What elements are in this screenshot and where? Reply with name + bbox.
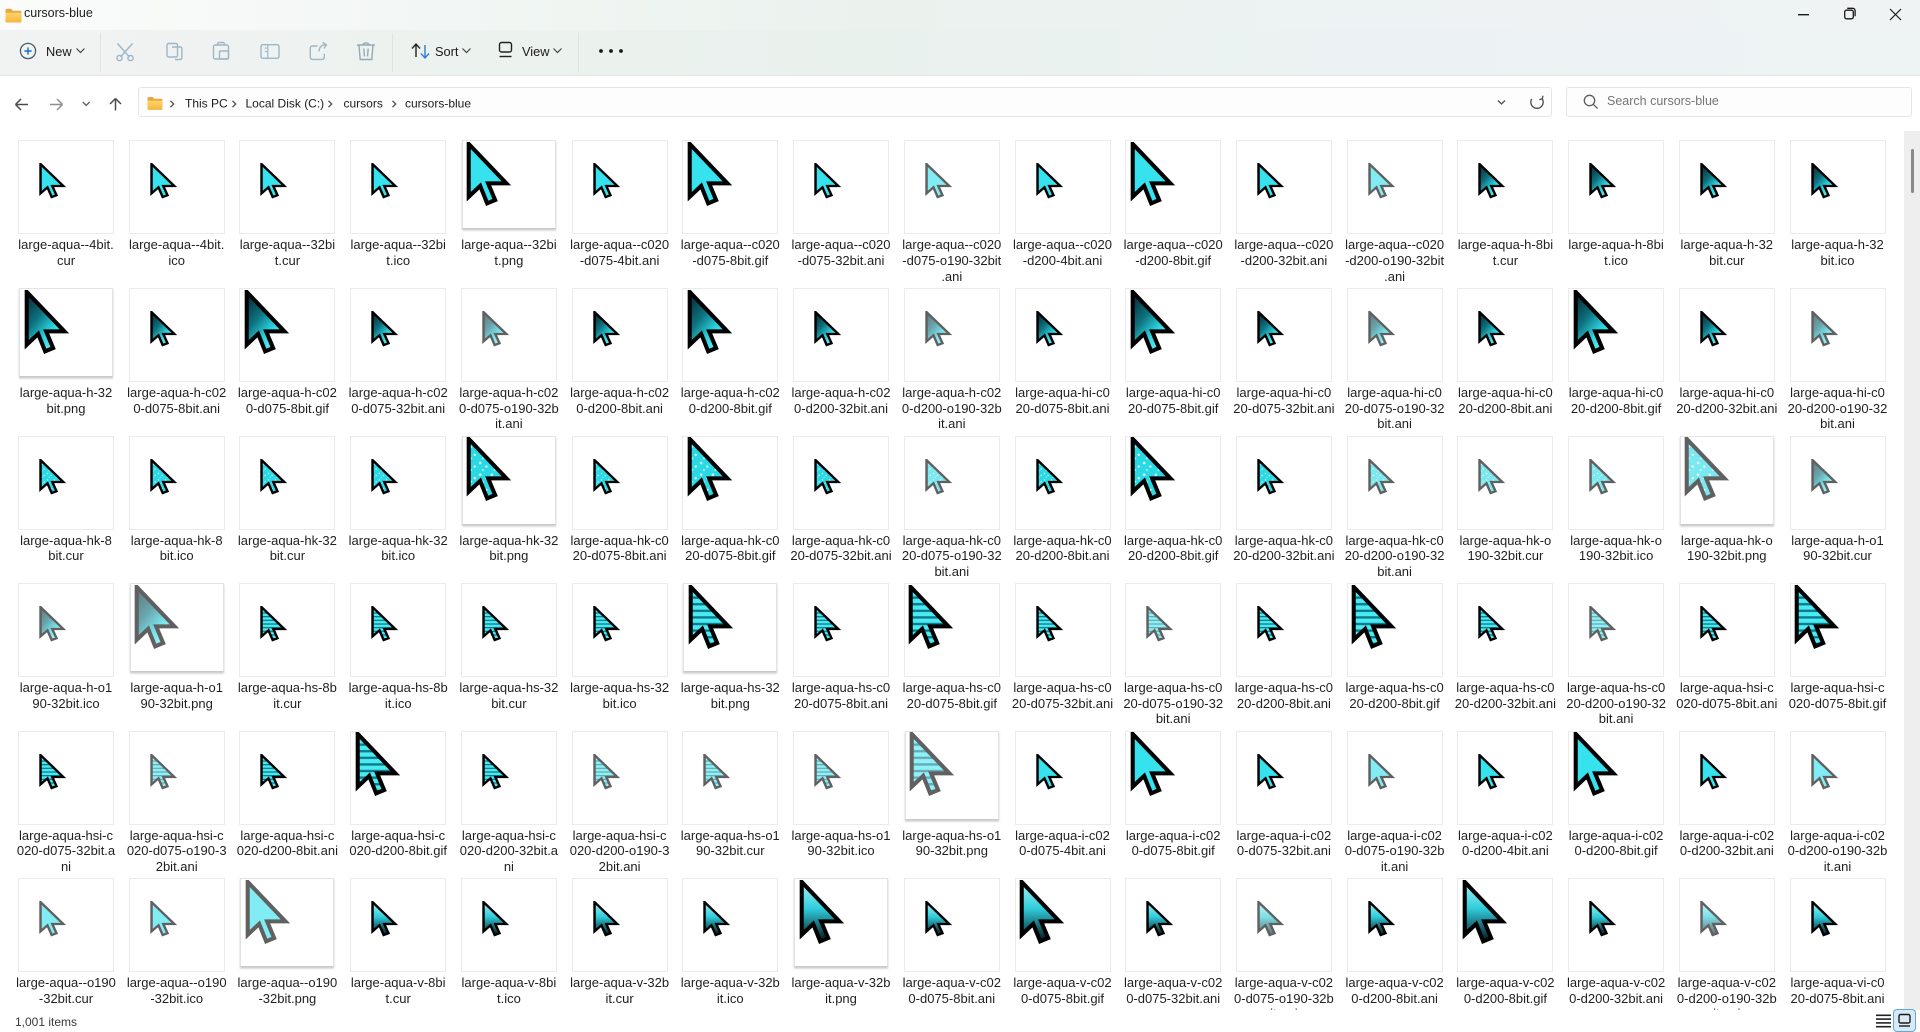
svg-text:cursors: cursors	[344, 97, 383, 111]
svg-text:Sort: Sort	[435, 44, 459, 59]
svg-text:Local Disk (C:): Local Disk (C:)	[246, 97, 325, 111]
svg-text:cursors-blue: cursors-blue	[405, 97, 471, 111]
svg-text:This PC: This PC	[185, 97, 228, 111]
svg-text:New: New	[46, 44, 72, 59]
svg-text:View: View	[522, 44, 550, 59]
